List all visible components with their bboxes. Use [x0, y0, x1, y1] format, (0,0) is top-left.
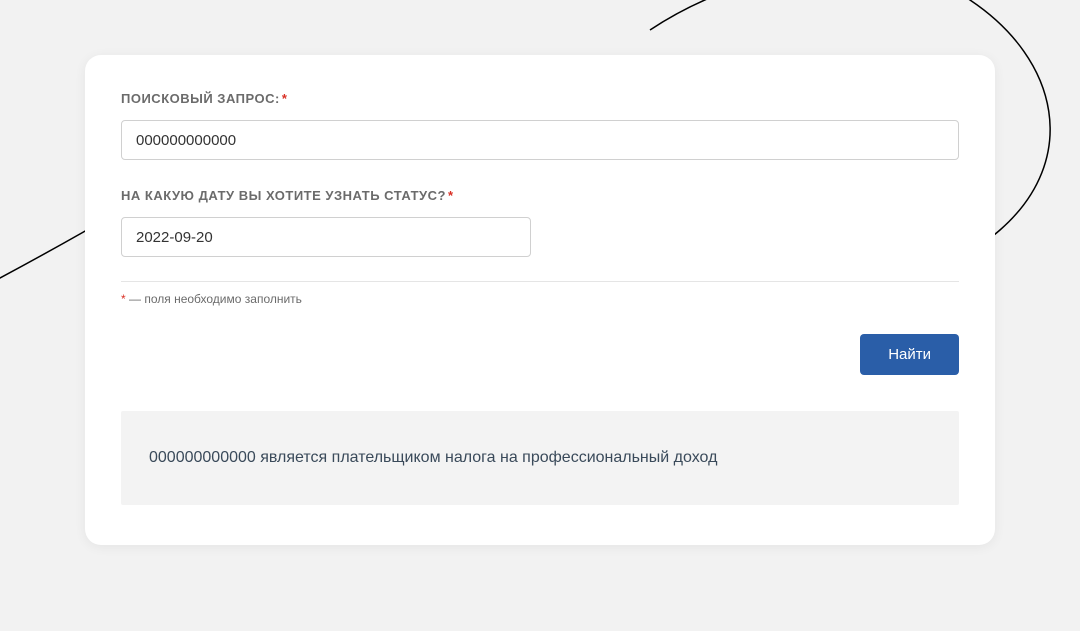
- date-label-text: НА КАКУЮ ДАТУ ВЫ ХОТИТЕ УЗНАТЬ СТАТУС?: [121, 188, 446, 203]
- required-hint-text: — поля необходимо заполнить: [126, 292, 302, 306]
- required-star-icon: *: [448, 188, 454, 203]
- date-group: НА КАКУЮ ДАТУ ВЫ ХОТИТЕ УЗНАТЬ СТАТУС?*: [121, 188, 959, 257]
- result-box: 000000000000 является плательщиком налог…: [121, 411, 959, 505]
- search-button[interactable]: Найти: [860, 334, 959, 375]
- query-input[interactable]: [121, 120, 959, 160]
- required-hint: * — поля необходимо заполнить: [121, 292, 959, 306]
- result-text: 000000000000 является плательщиком налог…: [149, 449, 931, 467]
- query-label-text: ПОИСКОВЫЙ ЗАПРОС:: [121, 91, 280, 106]
- divider: [121, 281, 959, 282]
- date-input[interactable]: [121, 217, 531, 257]
- required-star-icon: *: [282, 91, 288, 106]
- button-row: Найти: [121, 334, 959, 375]
- query-group: ПОИСКОВЫЙ ЗАПРОС:*: [121, 91, 959, 160]
- search-form-card: ПОИСКОВЫЙ ЗАПРОС:* НА КАКУЮ ДАТУ ВЫ ХОТИ…: [85, 55, 995, 545]
- query-label: ПОИСКОВЫЙ ЗАПРОС:*: [121, 91, 959, 106]
- date-label: НА КАКУЮ ДАТУ ВЫ ХОТИТЕ УЗНАТЬ СТАТУС?*: [121, 188, 959, 203]
